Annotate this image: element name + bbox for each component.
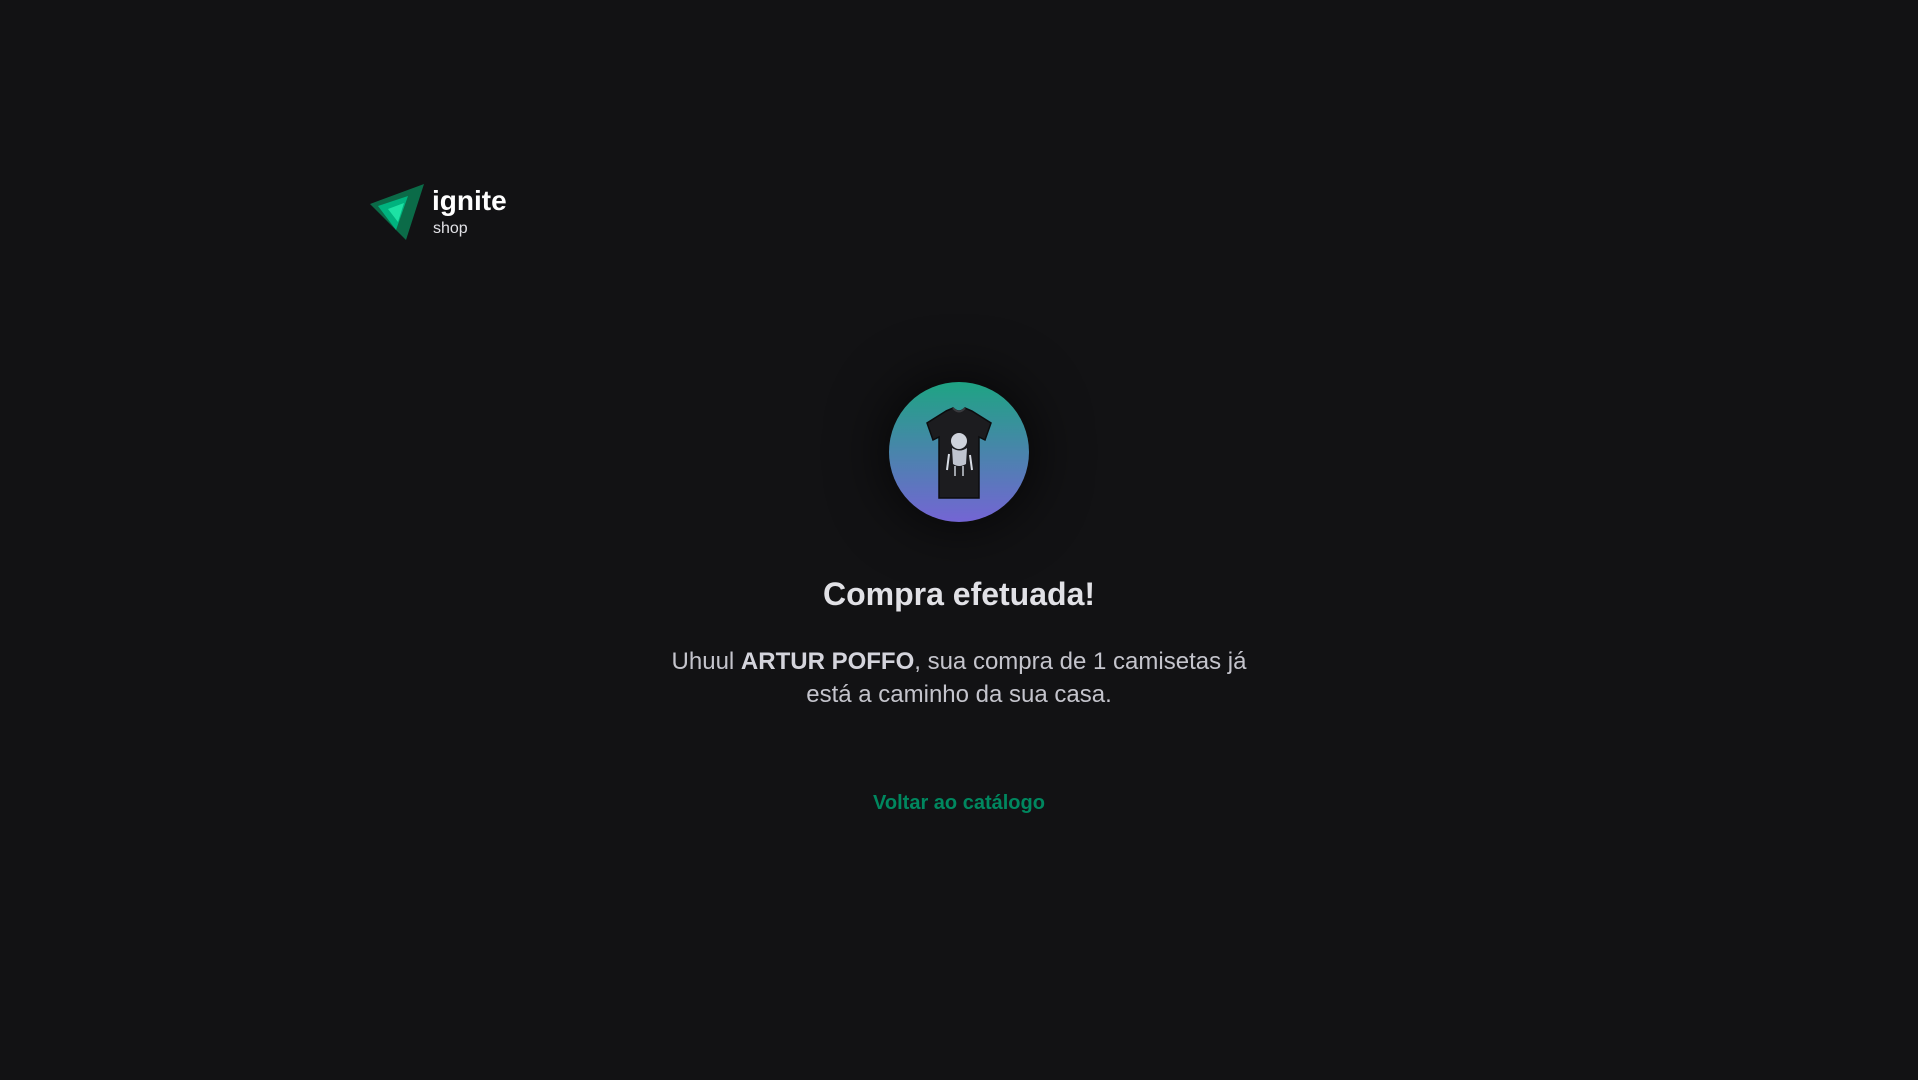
page-title: Compra efetuada! [822, 576, 1096, 612]
logo-text: ignite shop [432, 187, 507, 237]
success-page: ignite shop Compra efetuada! Uhuul ARTUR… [0, 0, 1918, 1080]
purchase-success: Compra efetuada! Uhuul ARTUR POFFO, sua … [0, 382, 1918, 815]
logo-subtitle: shop [433, 220, 468, 237]
customer-name: ARTUR POFFO [740, 647, 915, 675]
product-image-circle [889, 382, 1029, 522]
message-middle: , sua compra de [914, 647, 1094, 675]
message-prefix: Uhuul [671, 647, 741, 675]
t-shirt-image [926, 407, 992, 499]
purchase-quantity: 1 [1093, 647, 1107, 675]
back-to-catalog-link[interactable]: Voltar ao catálogo [873, 792, 1045, 815]
success-message: Uhuul ARTUR POFFO, sua compra de 1 camis… [669, 645, 1249, 712]
logo-title: ignite [432, 185, 507, 216]
header: ignite shop [370, 184, 507, 240]
ignite-logo-icon [370, 184, 424, 240]
